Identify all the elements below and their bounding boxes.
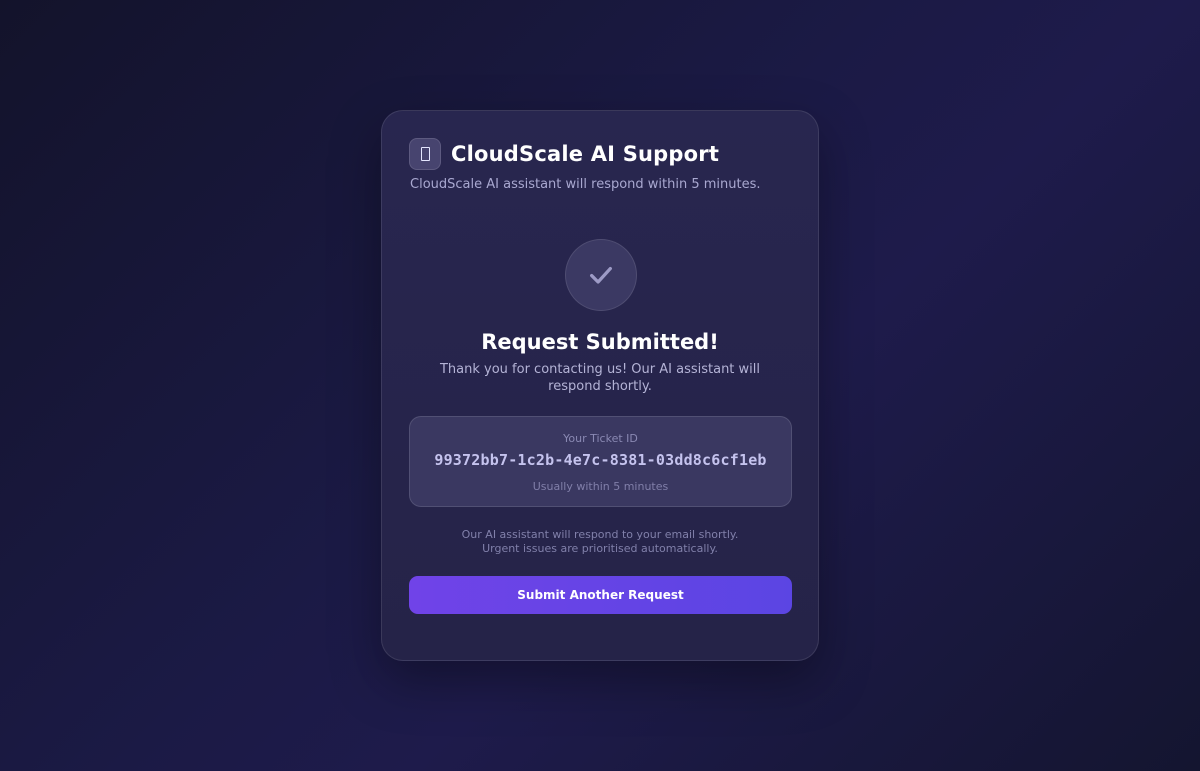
- card-header: CloudScale AI Support: [409, 138, 719, 170]
- support-card: CloudScale AI Support CloudScale AI assi…: [381, 110, 819, 661]
- success-message: Thank you for contacting us! Our AI assi…: [439, 362, 761, 394]
- chat-icon: [409, 138, 441, 170]
- check-icon: [590, 266, 612, 284]
- submit-another-request-button[interactable]: Submit Another Request: [409, 576, 792, 614]
- page-subtitle: CloudScale AI assistant will respond wit…: [410, 177, 761, 192]
- ticket-box: Your Ticket ID 99372bb7-1c2b-4e7c-8381-0…: [409, 416, 792, 507]
- success-badge: [565, 239, 637, 311]
- page-title: CloudScale AI Support: [451, 142, 720, 166]
- success-title: Request Submitted!: [481, 330, 719, 354]
- footer-note-line2: Urgent issues are prioritised automatica…: [482, 542, 718, 555]
- footer-note: Our AI assistant will respond to your em…: [382, 528, 818, 556]
- ticket-label: Your Ticket ID: [563, 432, 638, 445]
- footer-note-line1: Our AI assistant will respond to your em…: [461, 528, 739, 541]
- ticket-id: 99372bb7-1c2b-4e7c-8381-03dd8c6cf1eb: [434, 451, 767, 469]
- ticket-eta: Usually within 5 minutes: [532, 480, 669, 493]
